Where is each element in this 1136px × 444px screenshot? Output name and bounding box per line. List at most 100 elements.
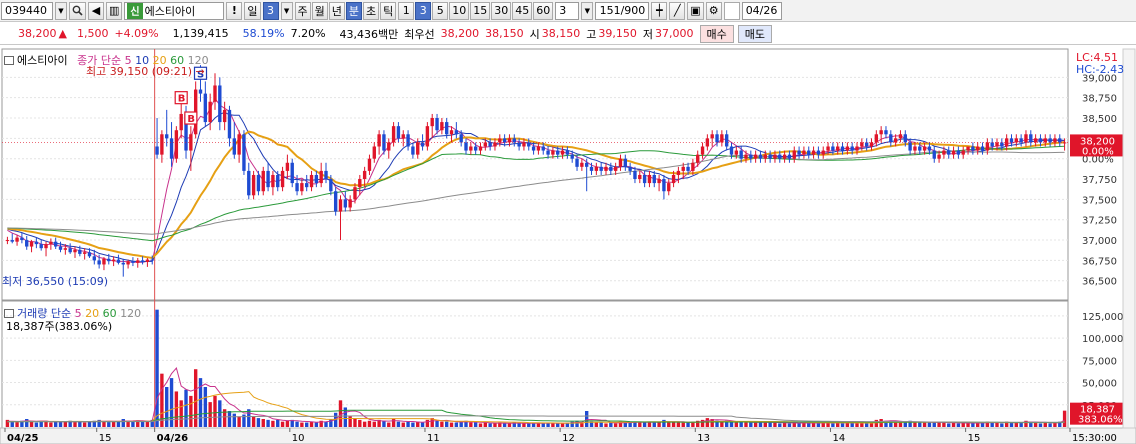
sell-button[interactable]: 매도: [737, 24, 773, 43]
volume-bar: [362, 421, 367, 427]
volume-bar: [440, 421, 444, 427]
candle-body: [922, 146, 927, 151]
period-button[interactable]: 월: [311, 1, 328, 20]
candle-body: [864, 142, 869, 147]
volume-bar: [295, 421, 299, 427]
price-tick-label: 38,750: [1082, 94, 1117, 105]
stock-code-input[interactable]: 039440: [1, 1, 53, 20]
date-field[interactable]: 04/26: [741, 1, 782, 20]
candle-body: [971, 146, 975, 151]
candle-body: [778, 154, 782, 159]
time-label: 15: [99, 433, 112, 444]
custom-interval-input[interactable]: 3: [555, 1, 580, 20]
interval-button[interactable]: 15: [470, 1, 491, 20]
candle-body: [416, 142, 420, 155]
period-button[interactable]: 초: [363, 1, 380, 20]
stock-name-field[interactable]: 신 에스티아이: [124, 1, 225, 20]
volume-bar: [797, 423, 801, 427]
candle-body: [565, 150, 570, 155]
interval-button[interactable]: 60: [533, 1, 554, 20]
candle-body: [300, 183, 304, 192]
up-arrow-icon: ▲: [58, 27, 67, 40]
volume-bar: [63, 421, 68, 427]
candle-body: [498, 138, 502, 143]
draw-line-icon[interactable]: ╱: [669, 1, 686, 20]
date-checkbox[interactable]: [723, 1, 740, 20]
candle-body: [918, 146, 922, 151]
search-icon[interactable]: [69, 1, 86, 20]
interval-button[interactable]: 1: [398, 1, 415, 20]
candle-body: [836, 146, 840, 151]
candle-body: [396, 126, 401, 139]
low-price: 37,000: [655, 27, 694, 40]
period-count-field[interactable]: 3: [262, 1, 279, 20]
candle-body: [638, 174, 642, 180]
period-button[interactable]: 틱: [380, 1, 397, 20]
candle-body: [696, 154, 700, 163]
volume-bar: [749, 422, 753, 427]
hc-label: HC:-2.43: [1076, 63, 1125, 76]
prev-stock-icon[interactable]: ◀: [88, 1, 104, 20]
volume-bar: [237, 416, 241, 427]
volume-legend-menu-icon[interactable]: [4, 309, 14, 318]
bid-price: 38,150: [485, 27, 524, 40]
interval-button[interactable]: 5: [432, 1, 449, 20]
list-icon[interactable]: ▥: [106, 1, 123, 20]
price-volume-chart[interactable]: 36,500 36,750 37,000 37,250 37,500 37,750 0.00…: [0, 47, 1136, 444]
candle-body: [44, 244, 48, 249]
buy-signal-label: B: [178, 94, 186, 105]
legend-menu-icon[interactable]: [4, 56, 14, 65]
candle-body: [5, 240, 10, 242]
interval-button[interactable]: 45: [512, 1, 533, 20]
candle-body: [884, 130, 888, 135]
bar-count-field[interactable]: 151/900: [595, 1, 650, 20]
current-pct-tag-text: 0.00%: [1082, 146, 1114, 157]
interval-button[interactable]: 3: [415, 1, 432, 20]
volume-bar: [753, 422, 758, 427]
volume-bar: [478, 423, 483, 427]
interval-buttons: 1 3 5 10 15 30 45 60: [398, 1, 554, 20]
interval-button[interactable]: 10: [449, 1, 470, 20]
candle-body: [488, 142, 492, 147]
code-dropdown-icon[interactable]: ▼: [55, 1, 67, 20]
info-button[interactable]: !: [226, 1, 243, 20]
price-tick-label: 38,500: [1082, 114, 1117, 125]
period-dropdown-icon[interactable]: ▼: [280, 1, 293, 20]
buy-button[interactable]: 매수: [699, 24, 734, 43]
interval-button[interactable]: 30: [491, 1, 512, 20]
period-button[interactable]: 년: [328, 1, 345, 20]
volume-tick-label: 75,000: [1082, 356, 1117, 367]
toolbar: 039440 ▼ ◀ ▥ 신 에스티아이 ! 일 3 ▼ 주월년분초틱 1351…: [0, 0, 1136, 22]
period-button[interactable]: 주: [294, 1, 311, 20]
candle-body: [391, 126, 396, 143]
candle-body: [440, 122, 444, 131]
candle-body: [15, 237, 19, 242]
candle-body: [947, 150, 951, 155]
period-button[interactable]: 분: [345, 1, 363, 20]
volume-bar: [271, 420, 275, 427]
gear-icon[interactable]: ⚙: [705, 1, 722, 20]
current-price: 38,200: [18, 27, 57, 40]
volume-bar: [276, 419, 280, 427]
price-tick-label: 36,500: [1082, 277, 1117, 288]
interval-dropdown-icon[interactable]: ▼: [581, 1, 594, 20]
volume-bar: [556, 423, 560, 427]
chart-area[interactable]: 36,500 36,750 37,000 37,250 37,500 37,750 0.00…: [0, 47, 1136, 444]
candle-body: [131, 261, 135, 263]
save-icon[interactable]: ▣: [687, 1, 704, 20]
candle-body: [68, 248, 72, 253]
time-label: 04/26: [157, 433, 189, 444]
candle-body: [102, 258, 106, 265]
min-price-annotation: 최저 36,550 (15:09): [2, 275, 109, 288]
volume-bar: [778, 423, 782, 427]
best-quote-label: 최우선: [404, 27, 435, 41]
volume-bar: [831, 423, 835, 427]
candle-body: [686, 166, 690, 171]
volume-bar: [604, 423, 608, 427]
volume-bar: [155, 309, 159, 427]
candle-body: [913, 146, 917, 151]
volume-bar: [256, 418, 261, 427]
time-label: 04/25: [7, 433, 39, 444]
period-day-button[interactable]: 일: [244, 1, 261, 20]
candle-type-icon[interactable]: ┿: [651, 1, 668, 20]
